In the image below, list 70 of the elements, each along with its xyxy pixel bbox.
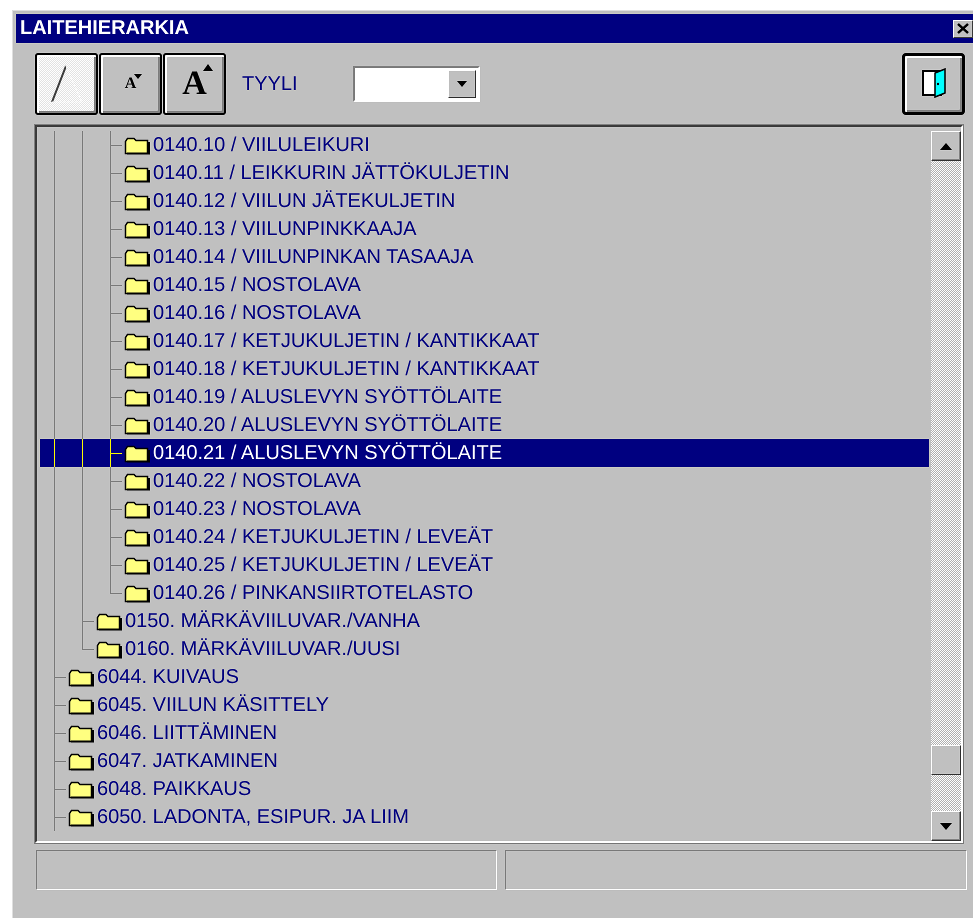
tree-item[interactable]: 0140.25 / KETJUKULJETIN / LEVEÄT [40, 551, 929, 579]
tree-item[interactable]: 0140.11 / LEIKKURIN JÄTTÖKULJETIN [40, 159, 929, 187]
folder-icon [124, 332, 150, 350]
folder-icon [68, 752, 94, 770]
folder-icon [124, 388, 150, 406]
exit-button[interactable] [902, 53, 965, 115]
tree-item[interactable]: 0160. MÄRKÄVIILUVAR./UUSI [40, 635, 929, 663]
tree-item[interactable]: 0140.23 / NOSTOLAVA [40, 495, 929, 523]
tree-item[interactable]: 0140.14 / VIILUNPINKAN TASAAJA [40, 243, 929, 271]
toolbar-button[interactable] [35, 53, 98, 115]
folder-icon [68, 724, 94, 742]
folder-icon [124, 444, 150, 462]
folder-icon [124, 584, 150, 602]
tree-item[interactable]: 0140.24 / KETJUKULJETIN / LEVEÄT [40, 523, 929, 551]
tree-item[interactable]: 6047. JATKAMINEN [40, 747, 929, 775]
tree-item[interactable]: 0140.26 / PINKANSIIRTOTELASTO [40, 579, 929, 607]
tree-item[interactable]: 6050. LADONTA, ESIPUR. JA LIIM [40, 803, 929, 831]
tree-item[interactable]: 0140.10 / VIILULEIKURI [40, 131, 929, 159]
tree-item[interactable]: 0140.20 / ALUSLEVYN SYÖTTÖLAITE [40, 411, 929, 439]
folder-icon [124, 472, 150, 490]
folder-icon [68, 808, 94, 826]
folder-icon [124, 248, 150, 266]
folder-icon [124, 556, 150, 574]
tree-item[interactable]: 0140.21 / ALUSLEVYN SYÖTTÖLAITE [40, 439, 929, 467]
folder-icon [96, 640, 122, 658]
caret-icon [456, 81, 467, 87]
tree-item[interactable]: 0150. MÄRKÄVIILUVAR./VANHA [40, 607, 929, 635]
triangle-icon [50, 64, 84, 104]
folder-icon [124, 164, 150, 182]
folder-icon [124, 276, 150, 294]
close-icon [957, 23, 969, 34]
toolbar-button[interactable]: A [163, 53, 226, 115]
door-icon [920, 67, 946, 101]
tree-item[interactable]: 6044. KUIVAUS [40, 663, 929, 691]
folder-icon [124, 136, 150, 154]
folder-icon [68, 780, 94, 798]
folder-icon [124, 360, 150, 378]
tree-item[interactable]: 6048. PAIKKAUS [40, 775, 929, 803]
tree-item[interactable]: 0140.16 / NOSTOLAVA [40, 299, 929, 327]
folder-icon [124, 500, 150, 518]
folder-icon [124, 416, 150, 434]
up-arrow-icon [940, 142, 952, 150]
close-button[interactable] [953, 20, 973, 38]
dropdown-button[interactable] [448, 70, 476, 98]
folder-icon [124, 528, 150, 546]
tree-item[interactable]: 0140.18 / KETJUKULJETIN / KANTIKKAAT [40, 355, 929, 383]
scrollbar[interactable] [931, 131, 961, 841]
tree-item[interactable]: 6046. LIITTÄMINEN [40, 719, 929, 747]
folder-icon [68, 696, 94, 714]
folder-icon [96, 612, 122, 630]
folder-icon [124, 304, 150, 322]
style-dropdown[interactable] [352, 66, 480, 102]
style-label: TYYLI [242, 72, 298, 96]
window-title: LAITEHIERARKIA [20, 17, 190, 40]
folder-icon [124, 192, 150, 210]
toolbar-button[interactable]: A [99, 53, 162, 115]
down-arrow-icon [940, 822, 952, 830]
tree-item[interactable]: 0140.12 / VIILUN JÄTEKULJETIN [40, 187, 929, 215]
tree-item[interactable]: 0140.22 / NOSTOLAVA [40, 467, 929, 495]
tree-item[interactable]: 0140.19 / ALUSLEVYN SYÖTTÖLAITE [40, 383, 929, 411]
scroll-down-button[interactable] [931, 811, 961, 841]
tree-item[interactable]: 0140.17 / KETJUKULJETIN / KANTIKKAAT [40, 327, 929, 355]
caret-icon [202, 64, 213, 71]
tree-item[interactable]: 0140.13 / VIILUNPINKKAAJA [40, 215, 929, 243]
folder-icon [68, 668, 94, 686]
scroll-thumb[interactable] [931, 745, 961, 775]
tree-item[interactable]: 6045. VIILUN KÄSITTELY [40, 691, 929, 719]
folder-icon [124, 220, 150, 238]
tree-item[interactable]: 0140.15 / NOSTOLAVA [40, 271, 929, 299]
scroll-up-button[interactable] [931, 131, 961, 161]
